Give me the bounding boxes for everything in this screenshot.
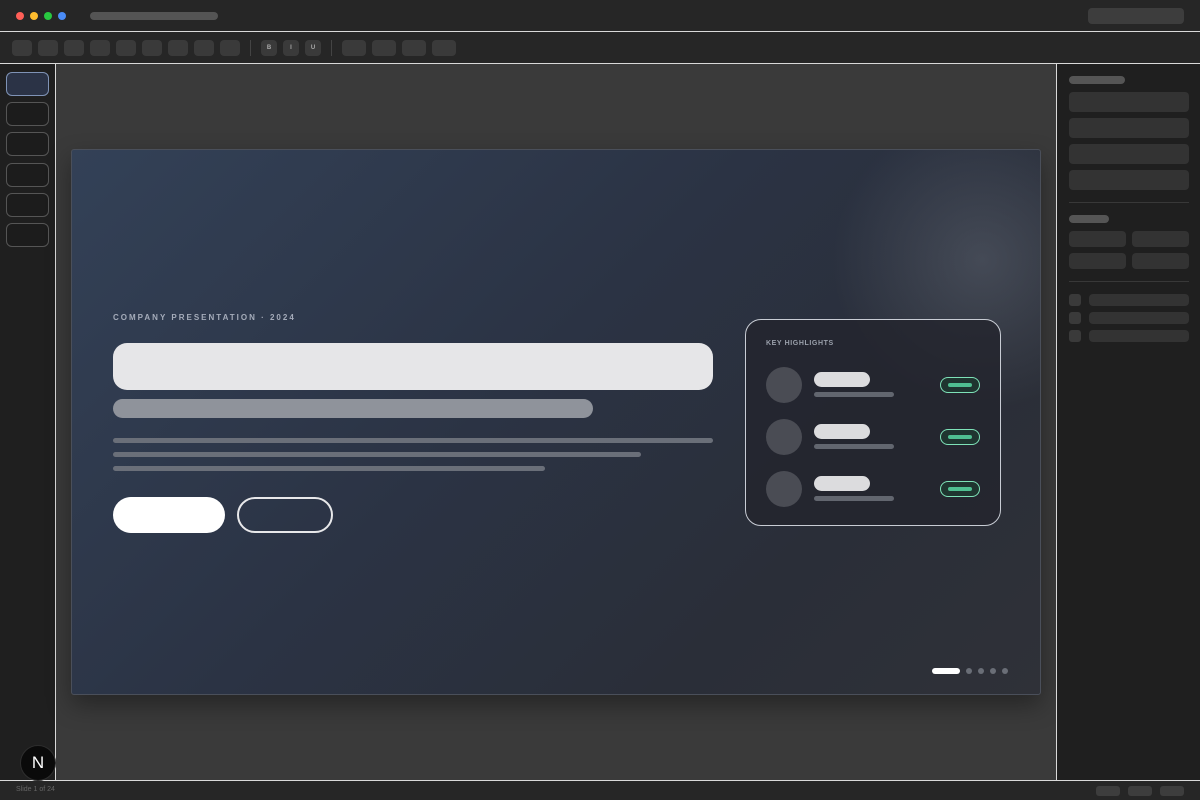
underline-button[interactable]: U [305,40,321,56]
toolbar-button-8[interactable] [194,40,214,56]
bold-button[interactable]: B [261,40,277,56]
property-checkbox[interactable] [1069,312,1081,324]
status-badge [940,377,980,393]
property-field[interactable] [1069,92,1189,112]
property-field[interactable] [1069,118,1189,138]
properties-divider [1069,202,1189,203]
title-bar [0,0,1200,32]
slide-body-line [113,438,713,443]
property-field-small[interactable] [1132,231,1189,247]
n-logo-icon[interactable]: N [20,745,56,781]
titlebar-action-button[interactable] [1088,8,1184,24]
properties-section-title [1069,76,1125,84]
close-window-button[interactable] [16,12,24,20]
slide-counter: Slide 1 of 24 [16,786,55,793]
property-option[interactable] [1089,330,1189,342]
property-checkbox[interactable] [1069,330,1081,342]
highlight-name-placeholder [814,476,870,491]
minimize-window-button[interactable] [30,12,38,20]
highlight-item[interactable] [766,419,980,457]
highlight-item[interactable] [766,471,980,509]
slide-thumbnail-6[interactable] [6,223,49,247]
italic-button[interactable]: I [283,40,299,56]
properties-divider [1069,281,1189,282]
avatar [766,419,802,455]
status-badge [940,429,980,445]
highlight-name-placeholder [814,372,870,387]
pagination-dot[interactable] [966,668,972,674]
properties-panel [1056,64,1200,780]
highlight-detail-placeholder [814,392,894,397]
toolbar-button-4[interactable] [90,40,110,56]
status-bar: Slide 1 of 24 [0,780,1200,800]
toolbar-button-11[interactable] [372,40,396,56]
slide-subheadline-placeholder[interactable] [113,399,593,418]
property-checkbox[interactable] [1069,294,1081,306]
slide-thumbnail-panel [0,64,56,780]
slide-thumbnail-2[interactable] [6,102,49,126]
toolbar-button-7[interactable] [168,40,188,56]
toolbar-button-3[interactable] [64,40,84,56]
toolbar-button-6[interactable] [142,40,162,56]
key-highlights-card: KEY HIGHLIGHTS [745,319,1001,526]
status-badge [940,481,980,497]
slide-secondary-button[interactable] [237,497,333,533]
property-field-small[interactable] [1069,231,1126,247]
properties-section-title [1069,215,1109,223]
toolbar-divider [250,40,251,56]
slide-headline-placeholder[interactable] [113,343,713,390]
toolbar-button-9[interactable] [220,40,240,56]
slide-primary-button[interactable] [113,497,225,533]
pagination-dot[interactable] [990,668,996,674]
slide[interactable]: COMPANY PRESENTATION · 2024 KEY HIGHLIGH… [71,149,1041,695]
document-title-placeholder [90,12,218,20]
toolbar-button-5[interactable] [116,40,136,56]
window-extra-button[interactable] [58,12,66,20]
status-button[interactable] [1096,786,1120,796]
highlight-detail-placeholder [814,444,894,449]
toolbar-divider [331,40,332,56]
key-highlights-title: KEY HIGHLIGHTS [766,340,834,347]
property-option[interactable] [1089,294,1189,306]
highlight-item[interactable] [766,367,980,405]
slide-thumbnail-4[interactable] [6,163,49,187]
status-button[interactable] [1160,786,1184,796]
slide-thumbnail-1[interactable] [6,72,49,96]
toolbar-button-10[interactable] [342,40,366,56]
highlight-name-placeholder [814,424,870,439]
toolbar-button-13[interactable] [432,40,456,56]
property-field[interactable] [1069,144,1189,164]
property-field-small[interactable] [1069,253,1126,269]
toolbar: B I U [0,32,1200,64]
avatar [766,471,802,507]
toolbar-button-12[interactable] [402,40,426,56]
slide-body-line [113,466,545,471]
pagination-dot[interactable] [1002,668,1008,674]
slide-body-line [113,452,641,457]
property-field-small[interactable] [1132,253,1189,269]
property-field[interactable] [1069,170,1189,190]
pagination-dot[interactable] [978,668,984,674]
highlight-detail-placeholder [814,496,894,501]
pagination-dot-active[interactable] [932,668,960,674]
avatar [766,367,802,403]
property-option[interactable] [1089,312,1189,324]
toolbar-button-2[interactable] [38,40,58,56]
slide-thumbnail-3[interactable] [6,132,49,156]
toolbar-button-1[interactable] [12,40,32,56]
status-button[interactable] [1128,786,1152,796]
slide-eyebrow-text: COMPANY PRESENTATION · 2024 [113,313,296,322]
maximize-window-button[interactable] [44,12,52,20]
slide-thumbnail-5[interactable] [6,193,49,217]
